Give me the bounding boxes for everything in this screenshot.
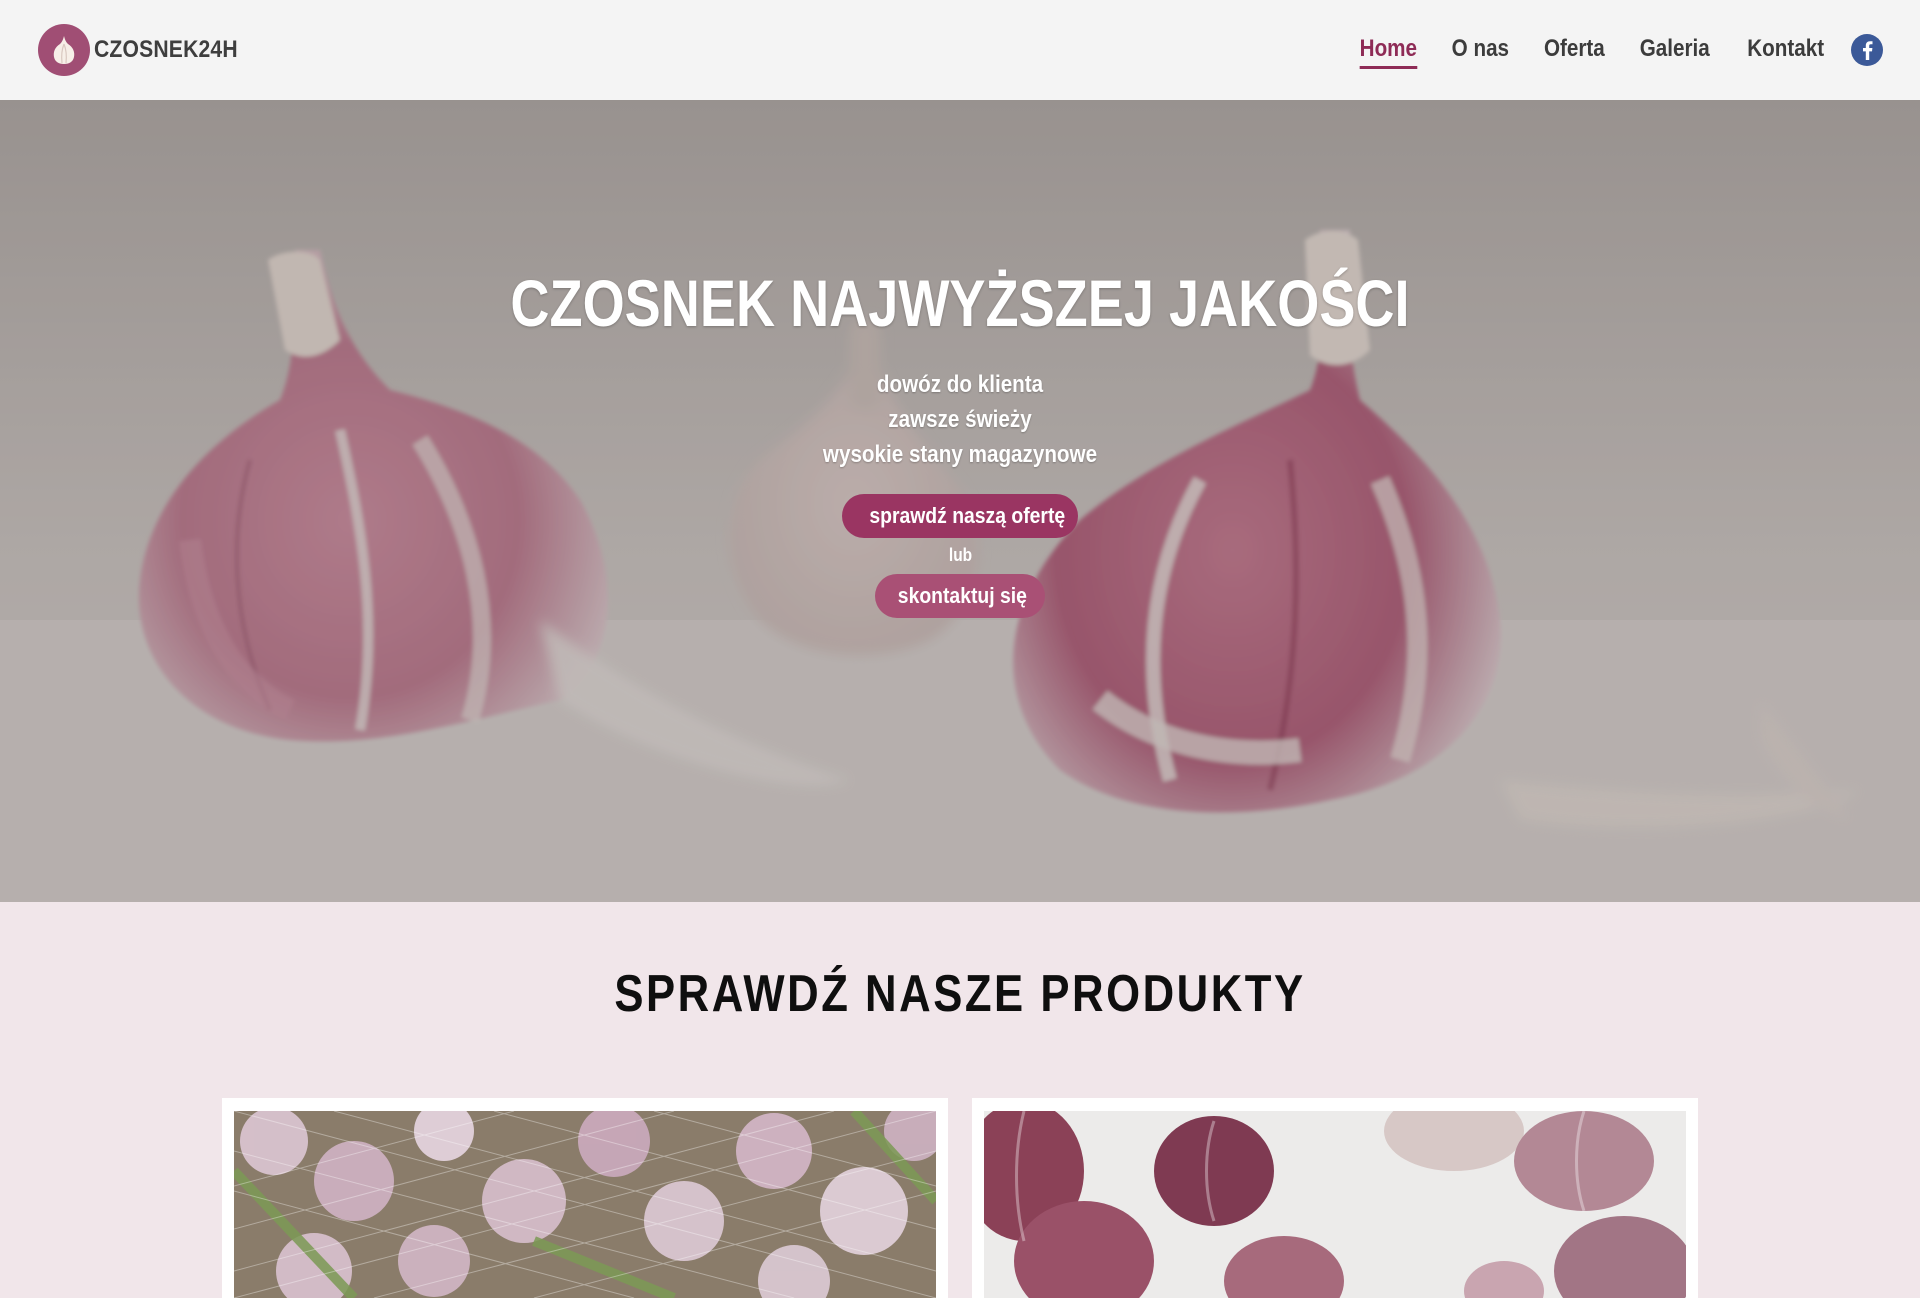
contact-button-label: skontaktuj się bbox=[897, 583, 1027, 608]
product-image bbox=[984, 1111, 1686, 1298]
brand-logo-link[interactable]: CZOSNEK24H bbox=[38, 24, 257, 76]
products-title: SPRAWDŹ NASZE PRODUKTY bbox=[614, 965, 1306, 1023]
product-image bbox=[234, 1111, 936, 1298]
products-section: SPRAWDŹ NASZE PRODUKTY bbox=[0, 902, 1920, 1298]
hero-feature-line: zawsze świeży bbox=[888, 406, 1032, 433]
hero-feature-line: dowóz do klienta bbox=[876, 371, 1044, 398]
main-nav: Home O nas Oferta Galeria Kontakt bbox=[1330, 31, 1884, 69]
brand-name: CZOSNEK24H bbox=[94, 36, 238, 63]
check-offer-button[interactable]: sprawdź naszą ofertę bbox=[842, 494, 1078, 538]
nav-item-oferta[interactable]: Oferta bbox=[1544, 31, 1605, 69]
hero-content: CZOSNEK NAJWYŻSZEJ JAKOŚCI dowóz do klie… bbox=[0, 265, 1920, 618]
hero-features: dowóz do klienta zawsze świeży wysokie s… bbox=[0, 367, 1920, 472]
or-separator: lub bbox=[948, 545, 972, 565]
garlic-icon bbox=[38, 24, 90, 76]
hero-buttons: sprawdź naszą ofertę lub skontaktuj się bbox=[0, 494, 1920, 618]
site-header: CZOSNEK24H Home O nas Oferta Galeria Kon… bbox=[0, 0, 1920, 100]
hero-section: CZOSNEK NAJWYŻSZEJ JAKOŚCI dowóz do klie… bbox=[0, 100, 1920, 902]
product-card[interactable] bbox=[972, 1098, 1698, 1298]
nav-item-o-nas[interactable]: O nas bbox=[1452, 31, 1509, 69]
hero-feature-line: wysokie stany magazynowe bbox=[822, 441, 1098, 468]
product-card[interactable] bbox=[222, 1098, 948, 1298]
nav-item-kontakt[interactable]: Kontakt bbox=[1747, 31, 1824, 69]
contact-button[interactable]: skontaktuj się bbox=[875, 574, 1045, 618]
facebook-icon[interactable] bbox=[1850, 33, 1884, 67]
hero-title: CZOSNEK NAJWYŻSZEJ JAKOŚCI bbox=[510, 266, 1410, 340]
check-offer-button-label: sprawdź naszą ofertę bbox=[869, 503, 1066, 528]
nav-item-home[interactable]: Home bbox=[1359, 31, 1417, 69]
nav-item-galeria[interactable]: Galeria bbox=[1640, 31, 1710, 69]
